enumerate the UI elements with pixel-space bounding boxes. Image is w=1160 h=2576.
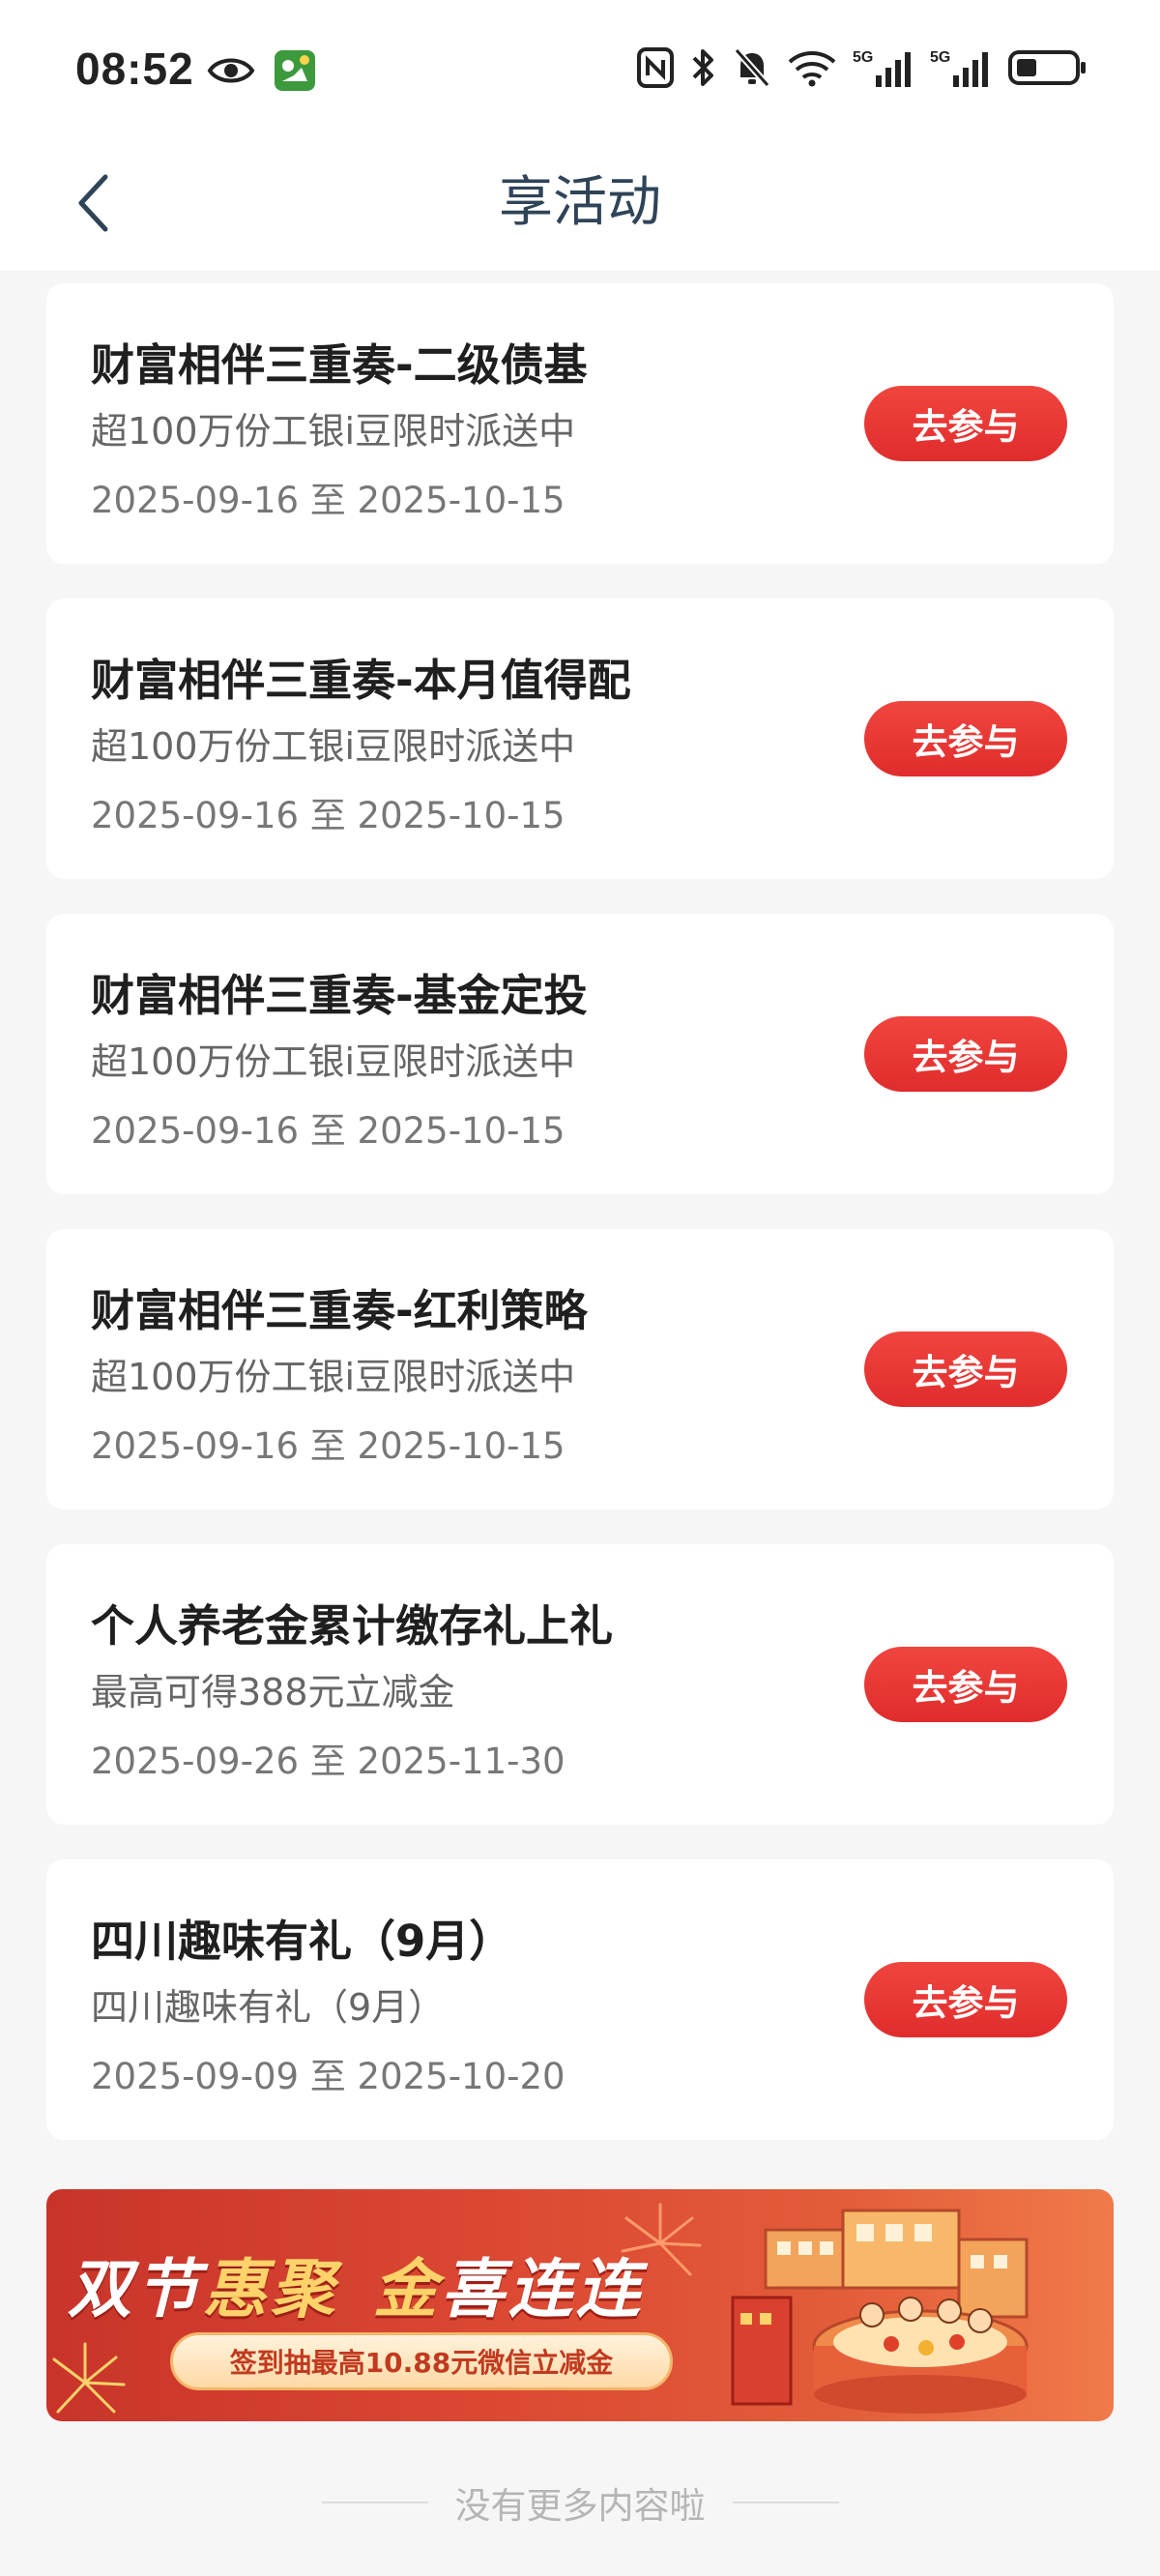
- firework-icon: [52, 2342, 126, 2414]
- status-time: 08:52: [75, 44, 194, 94]
- join-button[interactable]: 去参与: [864, 386, 1067, 461]
- list-end-indicator: 没有更多内容啦: [0, 2474, 1160, 2532]
- activity-date: 2025-09-16 至 2025-10-15: [91, 1110, 566, 1152]
- activity-date: 2025-09-09 至 2025-10-20: [91, 2056, 566, 2097]
- divider-line: [732, 2502, 839, 2503]
- activity-card[interactable]: 财富相伴三重奏-二级债基 超100万份工银i豆限时派送中 2025-09-16 …: [46, 283, 1114, 564]
- activity-date: 2025-09-26 至 2025-11-30: [91, 1741, 566, 1782]
- activity-subtitle: 四川趣味有礼（9月）: [91, 1986, 446, 2029]
- join-button[interactable]: 去参与: [864, 1647, 1067, 1722]
- eye-icon: [207, 55, 255, 86]
- activity-title: 财富相伴三重奏-红利策略: [91, 1285, 588, 1336]
- activity-card[interactable]: 财富相伴三重奏-红利策略 超100万份工银i豆限时派送中 2025-09-16 …: [46, 1229, 1114, 1509]
- activity-card[interactable]: 四川趣味有礼（9月） 四川趣味有礼（9月） 2025-09-09 至 2025-…: [46, 1859, 1114, 2140]
- wifi-icon: [787, 48, 837, 87]
- promo-banner[interactable]: 双节惠聚 金喜连连 签到抽最高10.88元微信立减金: [46, 2189, 1114, 2421]
- activity-date: 2025-09-16 至 2025-10-15: [91, 1425, 566, 1467]
- festival-illustration-icon: [731, 2209, 1029, 2414]
- status-bar: 08:52 5G 5G: [0, 0, 1160, 135]
- activity-date: 2025-09-16 至 2025-10-15: [91, 795, 566, 836]
- activity-list: 财富相伴三重奏-二级债基 超100万份工银i豆限时派送中 2025-09-16 …: [46, 283, 1114, 2175]
- svg-text:5G: 5G: [930, 49, 950, 66]
- page-title: 享活动: [499, 171, 661, 234]
- app-notification-icon: [273, 48, 317, 93]
- activity-date: 2025-09-16 至 2025-10-15: [91, 480, 566, 521]
- bell-off-icon: [733, 46, 771, 89]
- list-end-text: 没有更多内容啦: [454, 2485, 706, 2527]
- activity-title: 财富相伴三重奏-本月值得配: [91, 655, 631, 706]
- activity-title: 财富相伴三重奏-二级债基: [91, 339, 588, 391]
- signal-5g-icon: 5G: [930, 46, 992, 89]
- banner-title: 双节惠聚 金喜连连: [68, 2252, 644, 2327]
- activity-subtitle: 超100万份工银i豆限时派送中: [91, 410, 576, 453]
- join-button[interactable]: 去参与: [864, 701, 1067, 776]
- activity-subtitle: 超100万份工银i豆限时派送中: [91, 725, 576, 768]
- activity-card[interactable]: 个人养老金累计缴存礼上礼 最高可得388元立减金 2025-09-26 至 20…: [46, 1544, 1114, 1825]
- activity-subtitle: 超100万份工银i豆限时派送中: [91, 1040, 576, 1083]
- activity-title: 财富相伴三重奏-基金定投: [91, 970, 588, 1021]
- activity-title: 个人养老金累计缴存礼上礼: [91, 1600, 614, 1652]
- activity-card[interactable]: 财富相伴三重奏-本月值得配 超100万份工银i豆限时派送中 2025-09-16…: [46, 599, 1114, 879]
- banner-subtitle: 签到抽最高10.88元微信立减金: [170, 2332, 673, 2390]
- join-button[interactable]: 去参与: [864, 1016, 1067, 1092]
- activity-title: 四川趣味有礼（9月）: [91, 1916, 513, 1967]
- nfc-icon: [636, 46, 675, 89]
- svg-text:5G: 5G: [853, 49, 873, 66]
- signal-5g-icon: 5G: [853, 46, 914, 89]
- activity-card[interactable]: 财富相伴三重奏-基金定投 超100万份工银i豆限时派送中 2025-09-16 …: [46, 914, 1114, 1194]
- activity-subtitle: 最高可得388元立减金: [91, 1671, 455, 1713]
- battery-icon: [1007, 48, 1087, 87]
- header: 享活动: [0, 135, 1160, 271]
- activity-subtitle: 超100万份工银i豆限时派送中: [91, 1356, 576, 1398]
- join-button[interactable]: 去参与: [864, 1332, 1067, 1407]
- bluetooth-icon: [690, 46, 717, 89]
- divider-line: [321, 2502, 428, 2503]
- join-button[interactable]: 去参与: [864, 1962, 1067, 2037]
